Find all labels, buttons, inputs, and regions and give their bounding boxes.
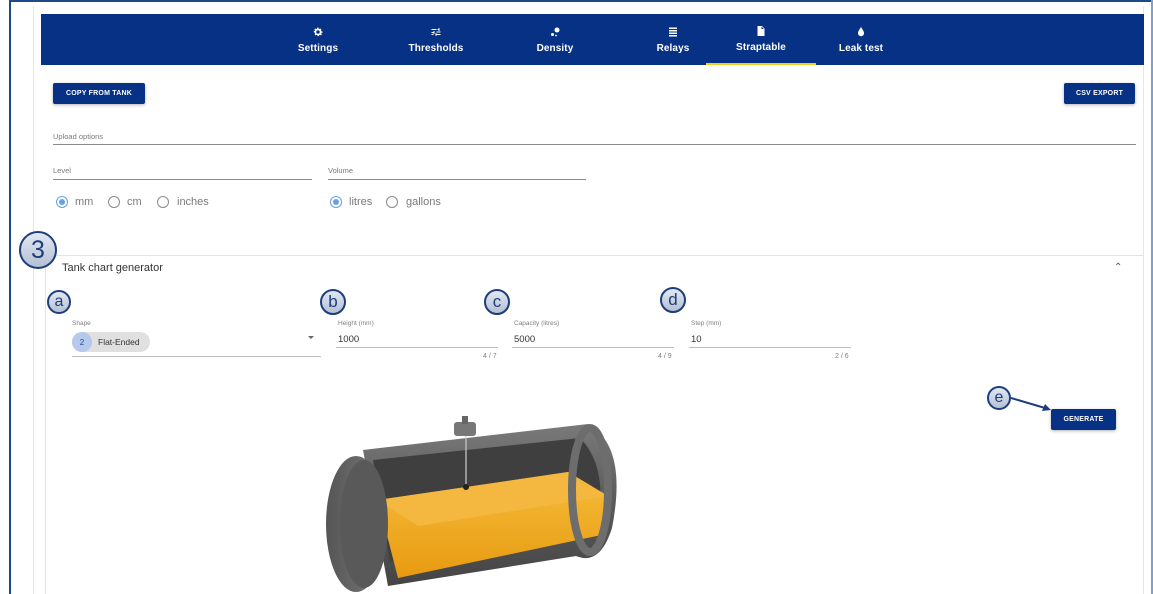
- shape-label: Shape: [72, 320, 91, 327]
- capacity-label: Capacity (litres): [514, 320, 560, 327]
- step-marker-e: e: [987, 386, 1011, 410]
- relays-icon: [669, 27, 677, 36]
- tab-label: Leak test: [838, 42, 884, 54]
- level-underline: [53, 179, 312, 180]
- volume-underline: [328, 179, 586, 180]
- tab-label: Straptable: [736, 41, 786, 53]
- volume-radio-label: gallons: [406, 196, 441, 208]
- tab-density[interactable]: Density: [500, 14, 610, 65]
- shape-chip-text: Flat-Ended: [98, 337, 140, 347]
- height-input-underline: [336, 347, 498, 348]
- step-marker-3: 3: [19, 231, 57, 269]
- tab-label: Settings: [297, 42, 339, 54]
- tab-bar: Settings Thresholds Density Relays Strap…: [41, 14, 1144, 65]
- gear-icon: [313, 27, 323, 36]
- volume-radio-label: litres: [349, 196, 373, 208]
- copy-from-tank-button[interactable]: COPY FROM TANK: [53, 83, 145, 104]
- document-icon: [757, 25, 765, 36]
- upload-options-divider: [53, 144, 1136, 145]
- step-marker-a: a: [47, 290, 71, 314]
- shape-select-underline[interactable]: [72, 356, 321, 357]
- level-radio-inches[interactable]: [157, 196, 169, 208]
- step-marker-b: b: [320, 289, 346, 315]
- step-marker-c: c: [484, 289, 510, 315]
- volume-label: Volume: [328, 166, 354, 175]
- step-label: Step (mm): [691, 320, 722, 327]
- tank-illustration: [326, 416, 617, 592]
- chevron-up-icon[interactable]: ⌃: [1114, 262, 1122, 273]
- height-input[interactable]: 1000: [338, 334, 359, 345]
- drops-icon: [551, 27, 560, 36]
- volume-radio-gallons[interactable]: [386, 196, 398, 208]
- capacity-input-underline: [512, 347, 674, 348]
- step-counter: 2 / 6: [835, 353, 849, 360]
- volume-radio-litres[interactable]: [330, 196, 342, 208]
- generate-button[interactable]: GENERATE: [1051, 409, 1116, 430]
- level-label: Level: [53, 166, 71, 175]
- tank-nozzle-cap: [462, 416, 468, 424]
- level-radio-mm[interactable]: [56, 196, 68, 208]
- pointer-arrow-icon: [1010, 397, 1051, 411]
- level-radio-label: mm: [75, 196, 94, 208]
- step-input[interactable]: 10: [691, 334, 702, 345]
- level-radio-label: inches: [177, 196, 209, 208]
- tank-nozzle: [454, 422, 476, 436]
- tab-straptable[interactable]: Straptable: [706, 14, 816, 65]
- tab-label: Thresholds: [408, 42, 464, 54]
- step-marker-d: d: [660, 287, 686, 313]
- tank-chart-generator-title: Tank chart generator: [62, 262, 163, 274]
- shape-chip[interactable]: 2 Flat-Ended: [72, 332, 150, 352]
- sliders-icon: [431, 27, 441, 36]
- chevron-down-icon[interactable]: [308, 336, 314, 339]
- level-radio-label: cm: [127, 196, 142, 208]
- tab-thresholds[interactable]: Thresholds: [381, 14, 491, 65]
- tank-probe-float: [463, 484, 469, 490]
- tab-label: Relays: [656, 42, 690, 54]
- capacity-input[interactable]: 5000: [514, 334, 535, 345]
- tab-settings[interactable]: Settings: [263, 14, 373, 65]
- upload-options-label: Upload options: [53, 132, 104, 141]
- step-input-underline: [689, 347, 851, 348]
- csv-export-button[interactable]: CSV EXPORT: [1064, 83, 1135, 104]
- shape-chip-number: 2: [72, 332, 92, 352]
- tab-leak-test[interactable]: Leak test: [806, 14, 916, 65]
- drop-icon: [858, 26, 864, 36]
- frame-top-border: [9, 0, 1153, 2]
- height-counter: 4 / 7: [483, 353, 497, 360]
- capacity-counter: 4 / 9: [658, 353, 672, 360]
- level-radio-cm[interactable]: [108, 196, 120, 208]
- tab-label: Density: [536, 42, 574, 54]
- tank-end-cap-face: [340, 460, 388, 588]
- height-label: Height (mm): [338, 320, 374, 327]
- frame-left-border: [9, 0, 11, 594]
